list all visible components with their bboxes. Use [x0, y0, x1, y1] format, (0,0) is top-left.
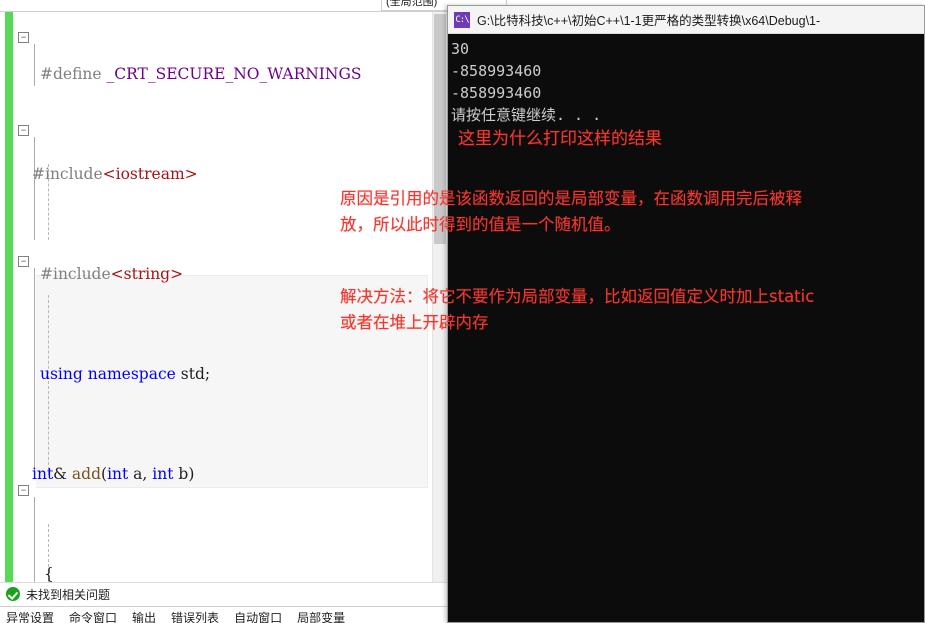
- token-header-string: <string>: [110, 265, 184, 283]
- token-using: using: [40, 365, 83, 383]
- dock-tab-locals[interactable]: 局部变量: [297, 609, 345, 623]
- token-ident-b: b: [178, 465, 189, 483]
- token-define-directive: #define: [40, 65, 102, 83]
- annotation-fix: 解决方法：将它不要作为局部变量，比如返回值定义时加上static 或者在堆上开辟…: [340, 287, 815, 332]
- dock-tab-command-window[interactable]: 命令窗口: [69, 609, 117, 623]
- check-circle-icon: [6, 587, 20, 601]
- dock-tab-output[interactable]: 输出: [132, 609, 156, 623]
- annotation-reason: 原因是引用的是该函数返回的是局部变量，在函数调用完后被释 放，所以此时得到的值是…: [340, 189, 802, 234]
- code-line: using namespace std;: [32, 362, 432, 387]
- token-define-name: _CRT_SECURE_NO_WARNINGS: [106, 65, 362, 83]
- folding-gutter[interactable]: [16, 12, 32, 582]
- change-tracking-bar: [5, 12, 13, 582]
- annotation-question: 这里为什么打印这样的结果: [458, 129, 662, 149]
- code-line: {: [44, 565, 54, 582]
- error-list-status-bar: 未找到相关问题: [0, 582, 447, 605]
- fold-toggle-include[interactable]: −: [18, 32, 29, 43]
- status-text: 未找到相关问题: [26, 587, 111, 602]
- code-line: #include<iostream>: [32, 162, 432, 187]
- code-line: int& add(int a, int b): [32, 465, 195, 483]
- token-std: std;: [180, 365, 211, 383]
- dock-tab-exception-settings[interactable]: 异常设置: [6, 609, 54, 623]
- console-title: G:\比特科技\c++\初始C++\1-1更严格的类型转换\x64\Debug\…: [477, 14, 821, 28]
- token-header-iostream: <iostream>: [102, 165, 198, 183]
- fold-toggle-add[interactable]: −: [18, 125, 29, 136]
- console-output-text: 30 -858993460 -858993460 请按任意键继续. . .: [451, 40, 602, 124]
- token-namespace: namespace: [87, 365, 176, 383]
- console-titlebar[interactable]: C:\ G:\比特科技\c++\初始C++\1-1更严格的类型转换\x64\De…: [448, 6, 924, 34]
- screen-root: (全局范围) — □ ✕ − − − − #define _CRT_SECURE…: [0, 0, 925, 623]
- code-line: #define _CRT_SECURE_NO_WARNINGS: [32, 62, 432, 87]
- console-app-icon: C:\: [454, 11, 470, 28]
- dock-tab-error-list[interactable]: 错误列表: [171, 609, 219, 623]
- token-kw-int: int: [152, 465, 174, 483]
- fold-toggle-test[interactable]: −: [18, 256, 29, 267]
- token-include-directive: #include: [32, 165, 103, 183]
- token-kw-int: int: [32, 465, 54, 483]
- token-fn-add: add: [71, 465, 101, 483]
- token-include-directive: #include: [40, 265, 111, 283]
- dock-tab-autos[interactable]: 自动窗口: [234, 609, 282, 623]
- token-kw-int: int: [107, 465, 129, 483]
- bottom-dock-tabs[interactable]: 异常设置 命令窗口 输出 错误列表 自动窗口 局部变量: [0, 606, 447, 623]
- fold-toggle-main[interactable]: −: [18, 485, 29, 496]
